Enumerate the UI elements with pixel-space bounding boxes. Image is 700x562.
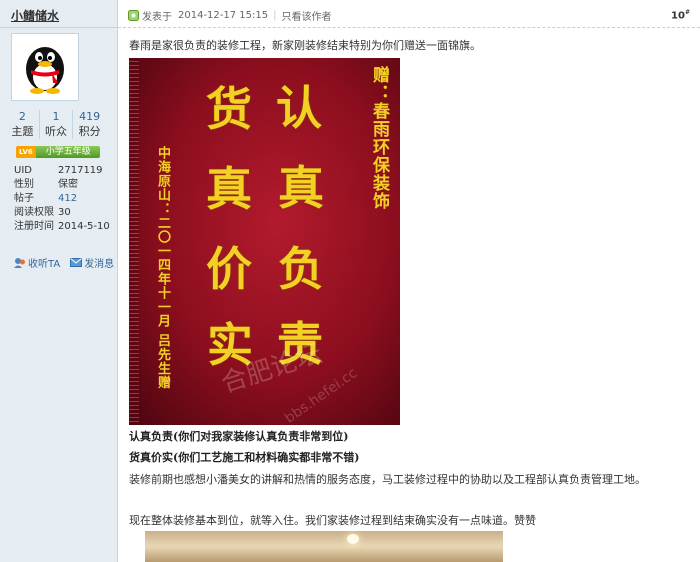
- post-line-thanks: 装修前期也感想小潘美女的讲解和热情的服务态度，马工装修过程中的协助以及工程部认真…: [129, 473, 646, 486]
- author-only-link[interactable]: 只看该作者: [282, 8, 332, 23]
- username-row: 小鳍储水: [0, 0, 117, 28]
- stat-label: 听众: [45, 125, 67, 138]
- user-info: UID 2717119 性别 保密 帖子 412 阅读权限 30 注册时间 20…: [14, 164, 114, 234]
- level-name: 小学五年级: [45, 147, 91, 157]
- follow-icon: [14, 258, 25, 268]
- info-key: 性别: [14, 179, 34, 190]
- follow-label: 收听TA: [28, 259, 61, 270]
- banner-char: 货: [206, 82, 252, 136]
- info-value: 2014-5-10: [58, 221, 110, 232]
- banner-char: 价: [206, 242, 252, 296]
- meta-separator: |: [273, 10, 277, 21]
- level-badge: LV6: [16, 146, 36, 158]
- post-line-quality: 货真价实(你们工艺施工和材料确实都非常不错): [129, 451, 360, 464]
- stat-topics[interactable]: 2 主题: [6, 110, 40, 139]
- silk-banner-photo[interactable]: 赠：春雨环保装饰 中海原山：二〇一四年十一月 吕先生赠 认 真 负 责 货 真 …: [129, 58, 400, 425]
- post-content: 春雨是家很负责的装修工程，新家刚装修结束特别为你们赠送一面锦旗。 赠：春雨环保装…: [129, 38, 694, 562]
- info-key: UID: [14, 165, 32, 176]
- stat-label: 积分: [78, 125, 101, 138]
- floor-value: 10: [671, 10, 685, 22]
- floor-number[interactable]: 10#: [671, 9, 690, 21]
- info-row-gender: 性别 保密: [14, 178, 114, 192]
- user-actions: 收听TA 发消息: [14, 255, 114, 270]
- info-row-uid: UID 2717119: [14, 164, 114, 178]
- post-line-responsible: 认真负责(你们对我家装修认真负责非常到位): [129, 430, 349, 443]
- info-value: 30: [58, 207, 71, 218]
- banner-gift-line: 赠：春雨环保装饰: [369, 66, 389, 210]
- avatar[interactable]: [11, 33, 79, 101]
- message-label: 发消息: [84, 259, 115, 270]
- floor-suffix: #: [684, 9, 690, 16]
- info-key: 阅读权限: [14, 207, 54, 218]
- qq-penguin-avatar-icon: [15, 37, 75, 97]
- post-meta-left: 发表于 2014-12-17 15:15 | 只看该作者: [128, 8, 332, 23]
- banner-char: 真: [278, 161, 324, 215]
- interior-photo[interactable]: [145, 531, 503, 562]
- stat-points[interactable]: 419 积分: [73, 110, 106, 139]
- stat-listeners[interactable]: 1 听众: [40, 110, 74, 139]
- stat-value: 419: [79, 110, 101, 123]
- send-message-button[interactable]: 发消息: [70, 255, 114, 270]
- user-sidebar: 小鳍储水 2 主题 1 听众 419 积分 LV6 小学五年级 UID 2717…: [0, 0, 118, 562]
- stat-value: 2: [18, 110, 26, 123]
- online-status-icon: [128, 10, 139, 21]
- posted-time: 2014-12-17 15:15: [178, 10, 269, 21]
- user-level-bar: LV6 小学五年级: [16, 146, 100, 158]
- banner-sign-line: 中海原山：二〇一四年十一月 吕先生赠: [155, 146, 170, 390]
- info-value: 2717119: [58, 165, 103, 176]
- banner-char: 认: [276, 81, 322, 135]
- posted-label: 发表于: [142, 12, 172, 23]
- ceiling-lamp: [347, 534, 359, 544]
- banner-fringe: [129, 58, 139, 425]
- stat-label: 主题: [11, 125, 34, 138]
- info-value: 保密: [58, 179, 78, 190]
- banner-char: 负: [278, 242, 324, 296]
- info-row-posts: 帖子 412: [14, 192, 114, 206]
- post-intro: 春雨是家很负责的装修工程，新家刚装修结束特别为你们赠送一面锦旗。: [129, 39, 481, 52]
- info-key: 帖子: [14, 193, 34, 204]
- info-key: 注册时间: [14, 221, 54, 232]
- follow-button[interactable]: 收听TA: [14, 255, 60, 270]
- envelope-icon: [70, 258, 83, 267]
- post-line-status: 现在整体装修基本到位，就等入住。我们家装修过程到结束确实没有一点味道。赞赞: [129, 514, 536, 527]
- user-stats: 2 主题 1 听众 419 积分: [6, 110, 106, 139]
- stat-value: 1: [52, 110, 60, 123]
- username-link[interactable]: 小鳍储水: [11, 9, 59, 23]
- banner-char: 真: [206, 162, 252, 216]
- info-row-read-permission: 阅读权限 30: [14, 206, 114, 220]
- info-row-register-date: 注册时间 2014-5-10: [14, 220, 114, 234]
- posts-count-link[interactable]: 412: [58, 192, 77, 206]
- post-meta-bar: 发表于 2014-12-17 15:15 | 只看该作者 10#: [118, 0, 700, 28]
